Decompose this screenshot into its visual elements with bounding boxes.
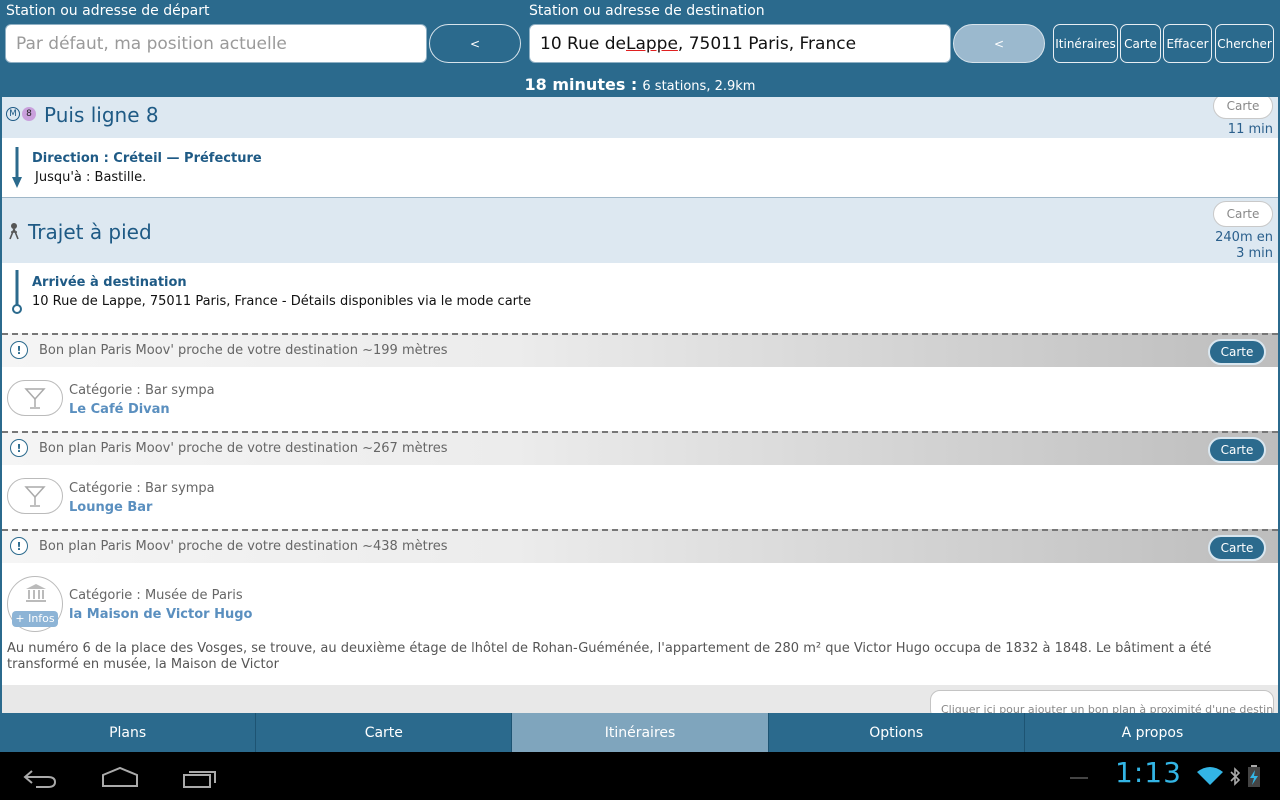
walk-map-button[interactable]: Carte [1213,201,1273,227]
route-summary: 18 minutes : 6 stations, 2.9km [0,75,1280,94]
metro-map-button[interactable]: Carte [1213,97,1273,119]
bottom-tab-bar: Plans Carte Itinéraires Options A propos [0,713,1280,752]
metro-until: Jusqu'à : Bastille. [35,170,147,185]
tab-itineraires[interactable]: Itinéraires [512,713,769,752]
map-button[interactable]: Carte [1120,24,1161,63]
tip-banner: ! Bon plan Paris Moov' proche de votre d… [2,431,1278,465]
line-8-badge: 8 [22,107,36,121]
walk-distance: 240m en [1215,230,1273,245]
tip-map-button[interactable]: Carte [1208,535,1266,561]
arrival-marker-icon [12,270,22,314]
poi-category: Catégorie : Bar sympa [69,481,215,496]
home-icon[interactable] [101,766,139,788]
tab-a-propos[interactable]: A propos [1025,713,1280,752]
info-icon: ! [10,537,28,555]
add-tip-button[interactable]: Cliquer ici pour ajouter un bon plan à p… [930,690,1274,713]
destination-value-start: 10 Rue de [540,33,626,54]
poi-category: Catégorie : Musée de Paris [69,588,243,603]
metro-section-title: Puis ligne 8 [44,103,159,127]
metro-section-header: M 8 Puis ligne 8 Carte 11 min [2,97,1278,138]
swap-destination-button[interactable]: < [953,24,1045,63]
tab-plans[interactable]: Plans [0,713,257,752]
tip-banner: ! Bon plan Paris Moov' proche de votre d… [2,529,1278,563]
bluetooth-icon [1230,767,1241,786]
metro-direction: Direction : Créteil — Préfecture [32,151,262,166]
search-header: Station ou adresse de départ Par défaut,… [0,0,1280,97]
start-input[interactable]: Par défaut, ma position actuelle [5,24,427,63]
start-label: Station ou adresse de départ [6,3,210,19]
start-placeholder: Par défaut, ma position actuelle [16,33,287,54]
cocktail-icon [7,478,63,514]
info-icon: ! [10,439,28,457]
route-details: 6 stations, 2.9km [642,79,756,94]
tip-banner-text: Bon plan Paris Moov' proche de votre des… [39,343,448,358]
more-info-button[interactable]: + Infos [12,611,58,627]
clear-button[interactable]: Effacer [1163,24,1212,63]
poi-name-link[interactable]: Le Café Divan [69,402,170,417]
walk-section-title: Trajet à pied [28,220,152,244]
walk-time: 3 min [1236,246,1273,261]
destination-value-end: , 75011 Paris, France [677,33,857,54]
poi-name-link[interactable]: la Maison de Victor Hugo [69,607,252,622]
walk-section-header: Trajet à pied Carte 240m en 3 min [2,198,1278,263]
recent-apps-icon[interactable] [182,767,220,789]
poi-category: Catégorie : Bar sympa [69,383,215,398]
metro-duration: 11 min [1227,122,1273,137]
poi-name-link[interactable]: Lounge Bar [69,500,152,515]
wifi-icon [1197,767,1223,785]
poi-description: Au numéro 6 de la place des Vosges, se t… [7,641,1212,672]
tab-carte[interactable]: Carte [256,713,513,752]
route-duration: 18 minutes : [524,75,638,94]
arrival-title: Arrivée à destination [32,275,187,290]
battery-charging-icon [1248,765,1260,787]
status-clock: 1:13 [1115,756,1182,789]
tip-map-button[interactable]: Carte [1208,339,1266,365]
itinerary-content[interactable]: M 8 Puis ligne 8 Carte 11 min Direction … [0,97,1280,713]
tip-banner: ! Bon plan Paris Moov' proche de votre d… [2,333,1278,367]
museum-icon[interactable]: + Infos [7,576,63,632]
notification-dash-icon [1070,777,1088,779]
info-icon: ! [10,341,28,359]
metro-icon: M [6,107,20,121]
tip-map-button[interactable]: Carte [1208,437,1266,463]
arrival-address: 10 Rue de Lappe, 75011 Paris, France - D… [32,294,532,309]
pedestrian-icon [9,223,19,240]
search-button[interactable]: Chercher [1215,24,1274,63]
tab-options[interactable]: Options [769,713,1025,752]
system-navigation-bar: 1:13 [0,752,1280,800]
destination-input[interactable]: 10 Rue de Lappe, 75011 Paris, France [529,24,951,63]
itineraries-button[interactable]: Itinéraires [1053,24,1118,63]
walk-duration: 240m en 3 min [1215,230,1273,262]
destination-value-misspelled: Lappe [625,33,678,54]
back-icon[interactable] [22,768,58,788]
swap-start-button[interactable]: < [429,24,521,63]
destination-label: Station ou adresse de destination [529,3,765,19]
direction-arrow-icon [12,147,22,188]
cocktail-icon [7,380,63,416]
tip-banner-text: Bon plan Paris Moov' proche de votre des… [39,539,448,554]
tip-banner-text: Bon plan Paris Moov' proche de votre des… [39,441,448,456]
